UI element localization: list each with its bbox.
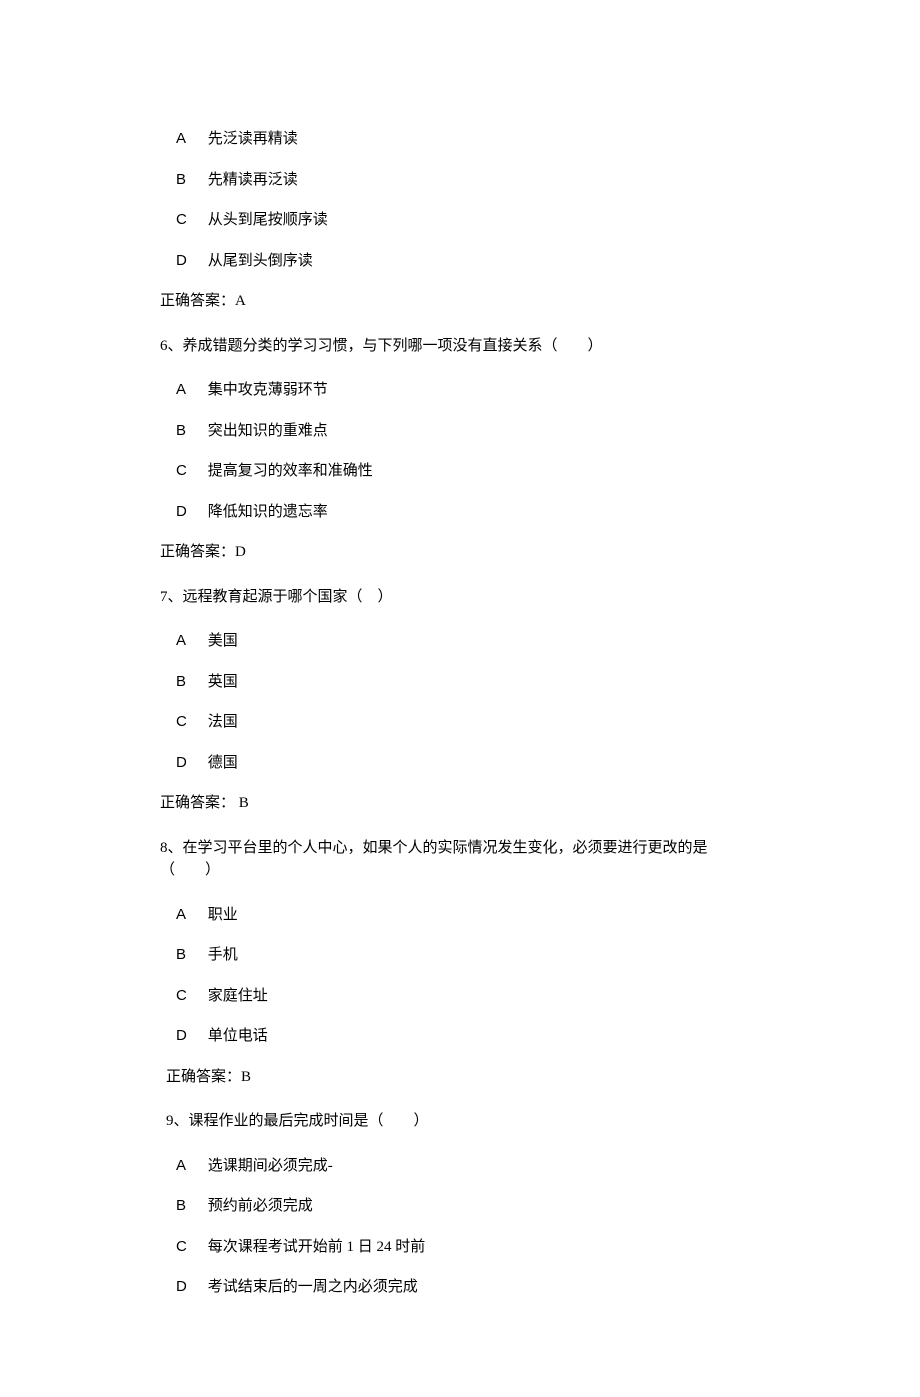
option-letter: A xyxy=(176,128,204,151)
option-a: A 集中攻克薄弱环节 xyxy=(176,379,760,402)
correct-answer: 正确答案：B xyxy=(166,1066,760,1089)
option-text: 考试结束后的一周之内必须完成 xyxy=(208,1279,418,1295)
option-text: 美国 xyxy=(208,633,238,649)
option-letter: D xyxy=(176,250,204,273)
option-text: 职业 xyxy=(208,907,238,923)
option-c: C 法国 xyxy=(176,711,760,734)
option-letter: A xyxy=(176,379,204,402)
question-stem: 9、课程作业的最后完成时间是（ ） xyxy=(166,1110,760,1133)
option-letter: D xyxy=(176,1276,204,1299)
option-d: D 降低知识的遗忘率 xyxy=(176,501,760,524)
option-text: 从尾到头倒序读 xyxy=(208,253,313,269)
option-letter: C xyxy=(176,1236,204,1259)
option-c: C 家庭住址 xyxy=(176,985,760,1008)
correct-answer: 正确答案：A xyxy=(160,290,760,313)
option-text: 选课期间必须完成- xyxy=(208,1158,333,1174)
option-letter: B xyxy=(176,944,204,967)
option-d: D 德国 xyxy=(176,752,760,775)
option-text: 预约前必须完成 xyxy=(208,1198,313,1214)
option-text: 英国 xyxy=(208,674,238,690)
option-letter: A xyxy=(176,630,204,653)
option-text: 德国 xyxy=(208,755,238,771)
document-page: A 先泛读再精读 B 先精读再泛读 C 从头到尾按顺序读 D 从尾到头倒序读 正… xyxy=(0,0,920,1397)
option-text: 每次课程考试开始前 1 日 24 时前 xyxy=(208,1239,426,1255)
option-c: C 每次课程考试开始前 1 日 24 时前 xyxy=(176,1236,760,1259)
option-text: 集中攻克薄弱环节 xyxy=(208,382,328,398)
option-d: D 从尾到头倒序读 xyxy=(176,250,760,273)
option-letter: C xyxy=(176,209,204,232)
option-a: A 职业 xyxy=(176,904,760,927)
correct-answer: 正确答案： B xyxy=(160,792,760,815)
option-b: B 先精读再泛读 xyxy=(176,169,760,192)
option-letter: C xyxy=(176,460,204,483)
option-c: C 提高复习的效率和准确性 xyxy=(176,460,760,483)
option-text: 手机 xyxy=(208,947,238,963)
option-letter: D xyxy=(176,752,204,775)
question-stem: 8、在学习平台里的个人中心，如果个人的实际情况发生变化，必须要进行更改的是（ ） xyxy=(160,837,760,882)
option-letter: B xyxy=(176,420,204,443)
question-stem: 6、养成错题分类的学习习惯，与下列哪一项没有直接关系（ ） xyxy=(160,335,760,358)
option-d: D 考试结束后的一周之内必须完成 xyxy=(176,1276,760,1299)
option-a: A 美国 xyxy=(176,630,760,653)
option-text: 先精读再泛读 xyxy=(208,172,298,188)
option-b: B 手机 xyxy=(176,944,760,967)
option-letter: D xyxy=(176,1025,204,1048)
option-b: B 英国 xyxy=(176,671,760,694)
option-a: A 选课期间必须完成- xyxy=(176,1155,760,1178)
option-text: 先泛读再精读 xyxy=(208,131,298,147)
option-letter: B xyxy=(176,671,204,694)
option-b: B 突出知识的重难点 xyxy=(176,420,760,443)
option-text: 提高复习的效率和准确性 xyxy=(208,463,373,479)
option-text: 法国 xyxy=(208,714,238,730)
option-letter: D xyxy=(176,501,204,524)
option-letter: C xyxy=(176,711,204,734)
option-text: 突出知识的重难点 xyxy=(208,423,328,439)
question-stem: 7、远程教育起源于哪个国家（ ） xyxy=(160,586,760,609)
option-c: C 从头到尾按顺序读 xyxy=(176,209,760,232)
option-d: D 单位电话 xyxy=(176,1025,760,1048)
option-letter: C xyxy=(176,985,204,1008)
option-letter: B xyxy=(176,1195,204,1218)
option-letter: A xyxy=(176,904,204,927)
option-text: 单位电话 xyxy=(208,1028,268,1044)
option-letter: A xyxy=(176,1155,204,1178)
option-letter: B xyxy=(176,169,204,192)
option-b: B 预约前必须完成 xyxy=(176,1195,760,1218)
option-text: 从头到尾按顺序读 xyxy=(208,212,328,228)
correct-answer: 正确答案：D xyxy=(160,541,760,564)
option-a: A 先泛读再精读 xyxy=(176,128,760,151)
option-text: 降低知识的遗忘率 xyxy=(208,504,328,520)
option-text: 家庭住址 xyxy=(208,988,268,1004)
